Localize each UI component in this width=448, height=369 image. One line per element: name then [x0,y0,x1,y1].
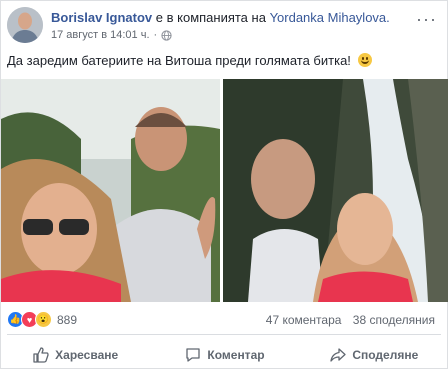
reactions-summary[interactable]: 👍 ♥ 😮 889 [7,311,77,328]
tagged-person[interactable]: Yordanka Mihaylova. [270,10,390,25]
comments-count[interactable]: 47 коментара [266,313,342,327]
tag-text: е в компанията на [155,10,266,25]
like-button[interactable]: Харесване [1,341,150,369]
post-text: Да заредим батериите на Витоша преди гол… [7,53,372,68]
share-button-label: Споделяне [352,348,419,362]
reaction-count[interactable]: 889 [57,313,77,327]
share-button[interactable]: Споделяне [300,341,448,369]
post-actions: Харесване Коментар Споделяне [1,341,448,369]
post-text-content: Да заредим батериите на Витоша преди гол… [7,53,351,68]
thumbs-up-icon [33,347,49,363]
divider [7,334,441,335]
comment-button-label: Коментар [207,348,265,362]
globe-icon[interactable] [161,29,172,41]
post-meta: 17 август в 14:01 ч. · [51,29,172,41]
photo-selfie-waterfall[interactable] [223,79,448,302]
avatar[interactable] [7,7,43,43]
timestamp[interactable]: 17 август в 14:01 ч. [51,29,150,41]
smile-emoji-icon [357,53,372,67]
shares-count[interactable]: 38 споделяния [353,313,435,327]
more-options-icon[interactable]: ··· [416,9,437,30]
comment-icon [186,348,201,362]
separator: · [153,29,158,41]
post-header: Borislav Ignatov е в компанията на Yorda… [51,10,390,25]
author-name[interactable]: Borislav Ignatov [51,10,152,25]
share-icon [330,348,346,362]
wow-icon: 😮 [35,311,52,328]
photo-selfie-1[interactable] [1,79,220,302]
comment-button[interactable]: Коментар [150,341,299,369]
facebook-post: Borislav Ignatov е в компанията на Yorda… [0,0,448,369]
post-stats: 47 коментара 38 споделяния [266,313,435,327]
like-button-label: Харесване [55,348,119,362]
